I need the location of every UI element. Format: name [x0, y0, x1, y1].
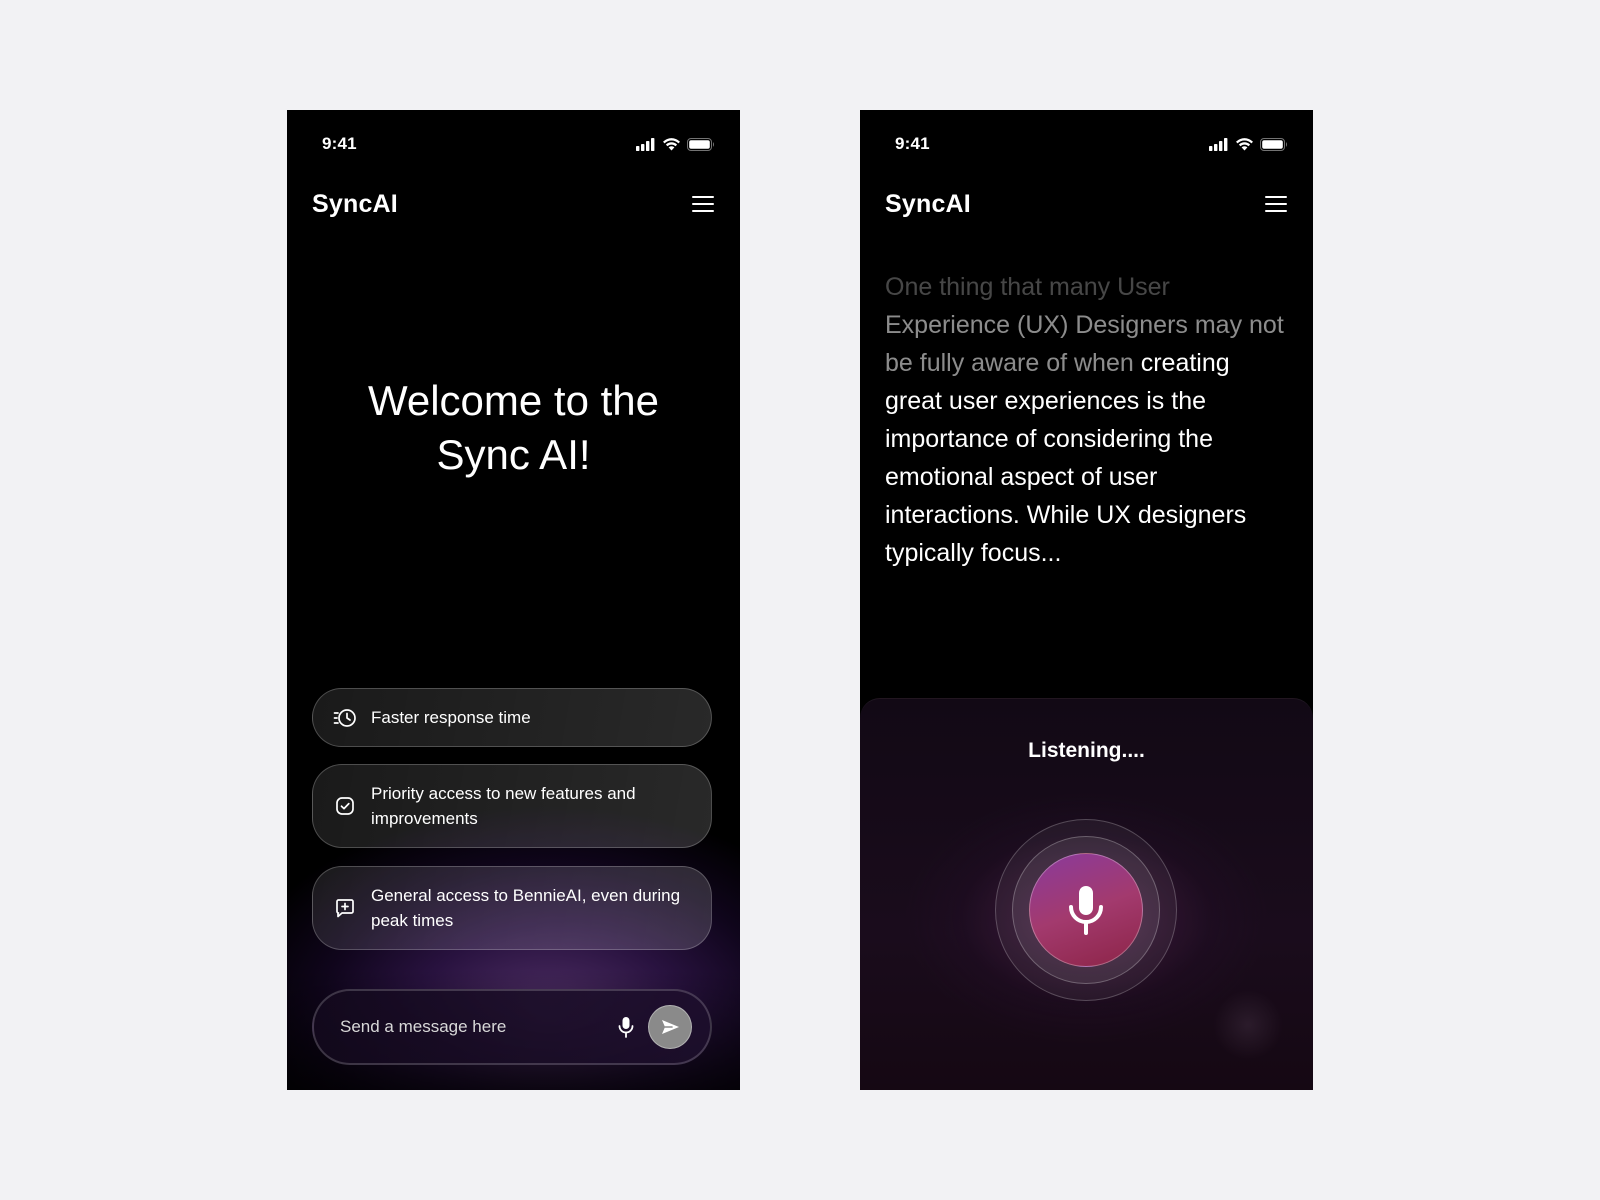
feature-item-general-access[interactable]: General access to BennieAI, even during …: [312, 866, 712, 950]
transcript-faded-text: One thing that many User: [885, 273, 1170, 301]
voice-screen: 9:41 SyncAI One thing that many User Exp…: [860, 110, 1313, 1090]
status-icons: [636, 137, 715, 151]
voice-mic-button[interactable]: [1029, 853, 1143, 967]
feature-text: Priority access to new features and impr…: [371, 784, 636, 828]
app-title: SyncAI: [885, 189, 971, 218]
wifi-icon: [1236, 138, 1253, 151]
feature-item-priority-access[interactable]: Priority access to new features and impr…: [312, 764, 712, 848]
feature-item-response-time[interactable]: Faster response time: [312, 688, 712, 747]
voice-transcript: One thing that many User Experience (UX)…: [885, 268, 1293, 572]
status-icons: [1209, 137, 1288, 151]
welcome-heading: Welcome to the Sync AI!: [307, 374, 720, 482]
status-time: 9:41: [895, 134, 930, 153]
app-title: SyncAI: [312, 189, 398, 218]
hamburger-menu-icon[interactable]: [691, 194, 715, 214]
check-square-icon: [336, 797, 354, 815]
feature-text: General access to BennieAI, even during …: [371, 886, 681, 930]
app-header: SyncAI: [885, 184, 1288, 224]
message-composer: [312, 989, 712, 1065]
transcript-text: creating great user experiences is the i…: [885, 349, 1247, 567]
welcome-line-1: Welcome to the: [367, 377, 660, 424]
battery-icon: [1260, 137, 1287, 151]
hamburger-menu-icon[interactable]: [1264, 194, 1288, 214]
listening-status: Listening....: [1028, 739, 1145, 762]
voice-input-panel: Listening....: [860, 698, 1313, 1090]
status-bar: 9:41: [322, 132, 715, 156]
welcome-line-2: Sync AI!: [436, 431, 591, 478]
feature-text: Faster response time: [371, 708, 531, 727]
app-header: SyncAI: [312, 184, 715, 224]
wifi-icon: [663, 138, 680, 151]
history-clock-icon: [333, 708, 356, 727]
send-icon: [662, 1020, 679, 1034]
cellular-signal-icon: [1209, 137, 1228, 151]
cellular-signal-icon: [636, 137, 655, 151]
mic-icon[interactable]: [618, 1016, 634, 1038]
message-input[interactable]: [338, 1016, 618, 1038]
battery-icon: [687, 137, 714, 151]
mic-icon: [1069, 886, 1103, 935]
status-bar: 9:41: [895, 132, 1288, 156]
message-plus-icon: [336, 899, 354, 918]
send-button[interactable]: [648, 1005, 692, 1049]
background-glow: [1213, 990, 1283, 1060]
status-time: 9:41: [322, 134, 357, 153]
home-screen: 9:41 SyncAI Welcome to the Sync AI! Fast…: [287, 110, 740, 1090]
